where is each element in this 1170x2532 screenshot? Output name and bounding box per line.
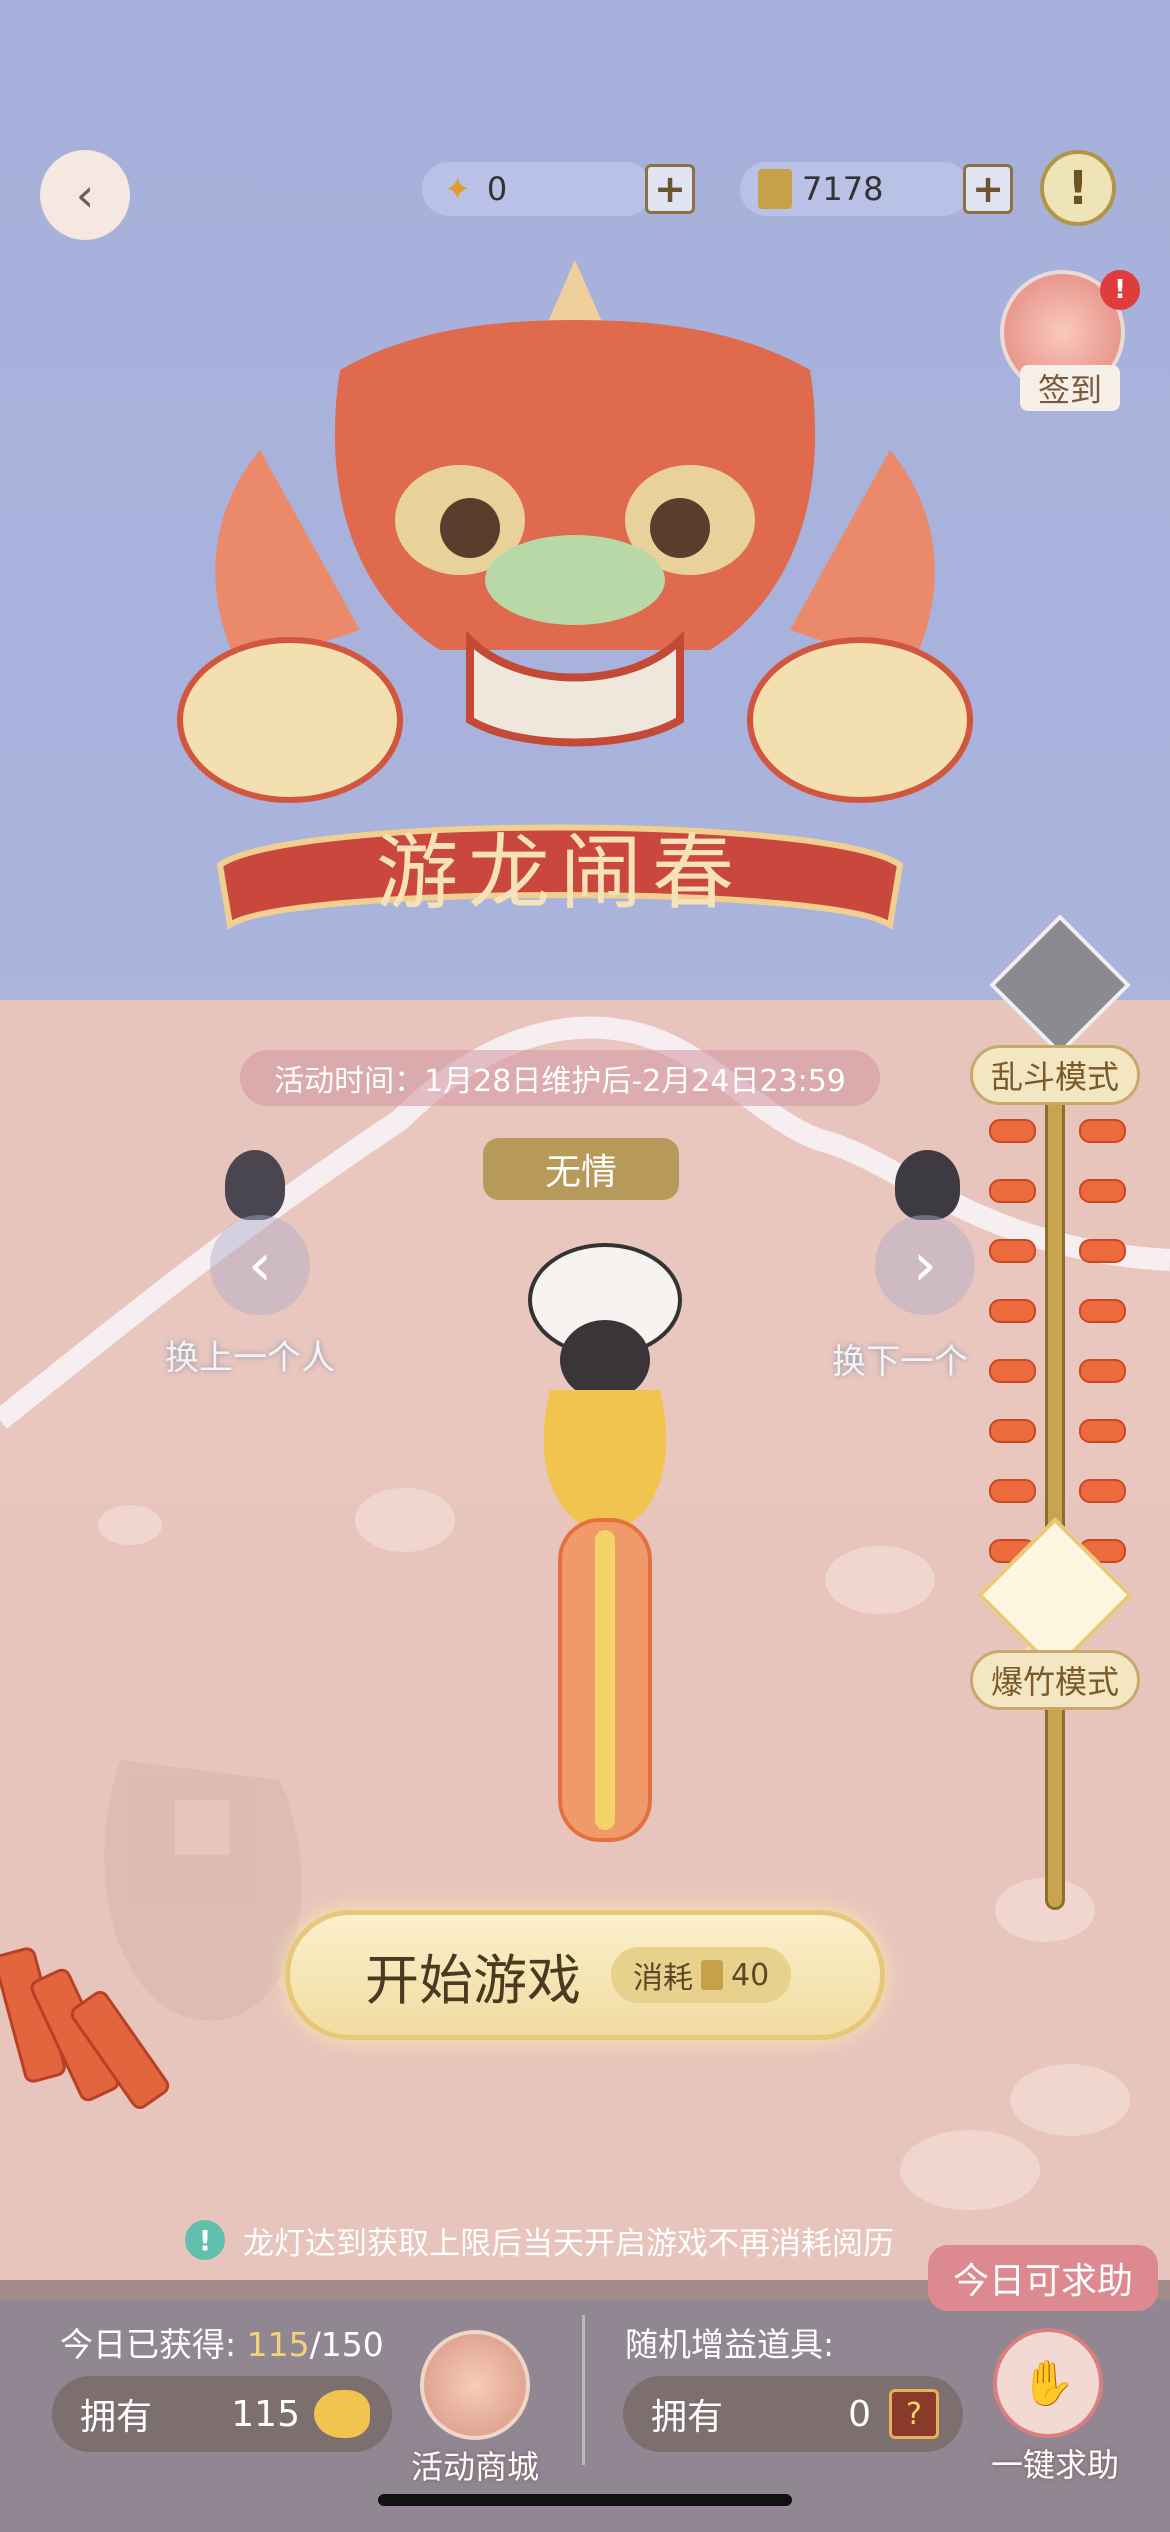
today-earned-sep: / (309, 2325, 321, 2364)
info-button[interactable]: ! (1040, 150, 1116, 226)
handshake-icon: ✋ (993, 2328, 1103, 2438)
currency-a-pill: ✦ 0 (422, 162, 652, 216)
next-character-avatar (895, 1150, 960, 1220)
prev-character-label: 换上一个人 (165, 1338, 335, 1378)
event-time-text: 活动时间：1月28日维护后-2月24日23:59 (240, 1050, 880, 1106)
info-circle-icon: ! (185, 2220, 225, 2260)
owned-item-pill: 拥有 0 ? (623, 2376, 963, 2452)
help-available-tooltip: 今日可求助 (928, 2245, 1158, 2311)
next-character-button[interactable]: › (875, 1215, 975, 1315)
event-shop-button[interactable]: 活动商城 (410, 2330, 540, 2510)
owned-item-label: 拥有 (651, 2397, 724, 2438)
character-name-tag: 无情 (483, 1138, 679, 1200)
owned-item-value: 0 (848, 2393, 871, 2435)
dragon-dance-character (528, 1243, 682, 1842)
exclamation-icon: ! (1067, 161, 1089, 215)
back-arrow-icon: ‹ (75, 168, 95, 222)
start-cost-value: 40 (731, 1957, 770, 1993)
scroll-token-icon (701, 1960, 723, 1990)
currency-b-value: 7178 (802, 170, 884, 208)
prev-character-button[interactable]: ‹ (210, 1215, 310, 1315)
today-earned-label: 今日已获得: (60, 2325, 237, 2364)
one-click-help-label: 一键求助 (990, 2446, 1119, 2484)
title-banner-text: 游龙闹春 (375, 825, 744, 921)
firecracker-mode-label[interactable]: 爆竹模式 (970, 1650, 1140, 1710)
home-indicator (378, 2494, 792, 2506)
signin-button[interactable]: ! 签到 (1000, 270, 1140, 411)
bottom-divider (582, 2315, 585, 2465)
shop-pavilion-icon (420, 2330, 530, 2440)
one-click-help-button[interactable]: ✋ 一键求助 (975, 2328, 1135, 2518)
notice-bar: ! 龙灯达到获取上限后当天开启游戏不再消耗阅历 (185, 2215, 1045, 2265)
chevron-left-icon: ‹ (248, 1230, 272, 1300)
next-character-label: 换下一个 (832, 1342, 968, 1382)
lantern-token-icon: ✦ (444, 170, 471, 208)
start-game-button[interactable]: 开始游戏 消耗 40 (285, 1910, 885, 2040)
random-item-label: 随机增益道具: (625, 2325, 835, 2364)
today-earned-row: 今日已获得: 115/150 (60, 2318, 384, 2366)
dragon-token-icon (314, 2390, 370, 2438)
start-cost-badge: 消耗 40 (611, 1947, 792, 2003)
brawl-mode-label[interactable]: 乱斗模式 (970, 1045, 1140, 1105)
owned-label: 拥有 (80, 2397, 153, 2438)
event-shop-label: 活动商城 (410, 2448, 539, 2486)
chevron-right-icon: › (913, 1230, 937, 1300)
owned-value: 115 (231, 2393, 300, 2435)
today-earned-max: 150 (320, 2325, 384, 2364)
plus-icon: + (972, 167, 1004, 211)
start-game-label: 开始游戏 (365, 1948, 581, 2012)
start-cost-prefix: 消耗 (633, 1961, 693, 1996)
back-button[interactable]: ‹ (40, 150, 130, 240)
dragon-head-illustration (177, 260, 973, 803)
prev-character-avatar (225, 1150, 285, 1220)
currency-b-pill: 7178 (740, 162, 970, 216)
signin-badge: ! (1100, 270, 1140, 310)
currency-b-add-button[interactable]: + (963, 164, 1013, 214)
mystery-chest-icon: ? (889, 2389, 939, 2439)
owned-dragon-pill: 拥有 115 (52, 2376, 392, 2452)
currency-a-value: 0 (486, 170, 508, 208)
today-earned-current: 115 (246, 2325, 310, 2364)
notice-text: 龙灯达到获取上限后当天开启游戏不再消耗阅历 (243, 2225, 894, 2262)
currency-a-add-button[interactable]: + (645, 164, 695, 214)
plus-icon: + (654, 167, 686, 211)
signin-label: 签到 (1020, 365, 1120, 411)
scroll-token-icon (758, 169, 792, 209)
firecracker-decoration (0, 1947, 170, 2109)
